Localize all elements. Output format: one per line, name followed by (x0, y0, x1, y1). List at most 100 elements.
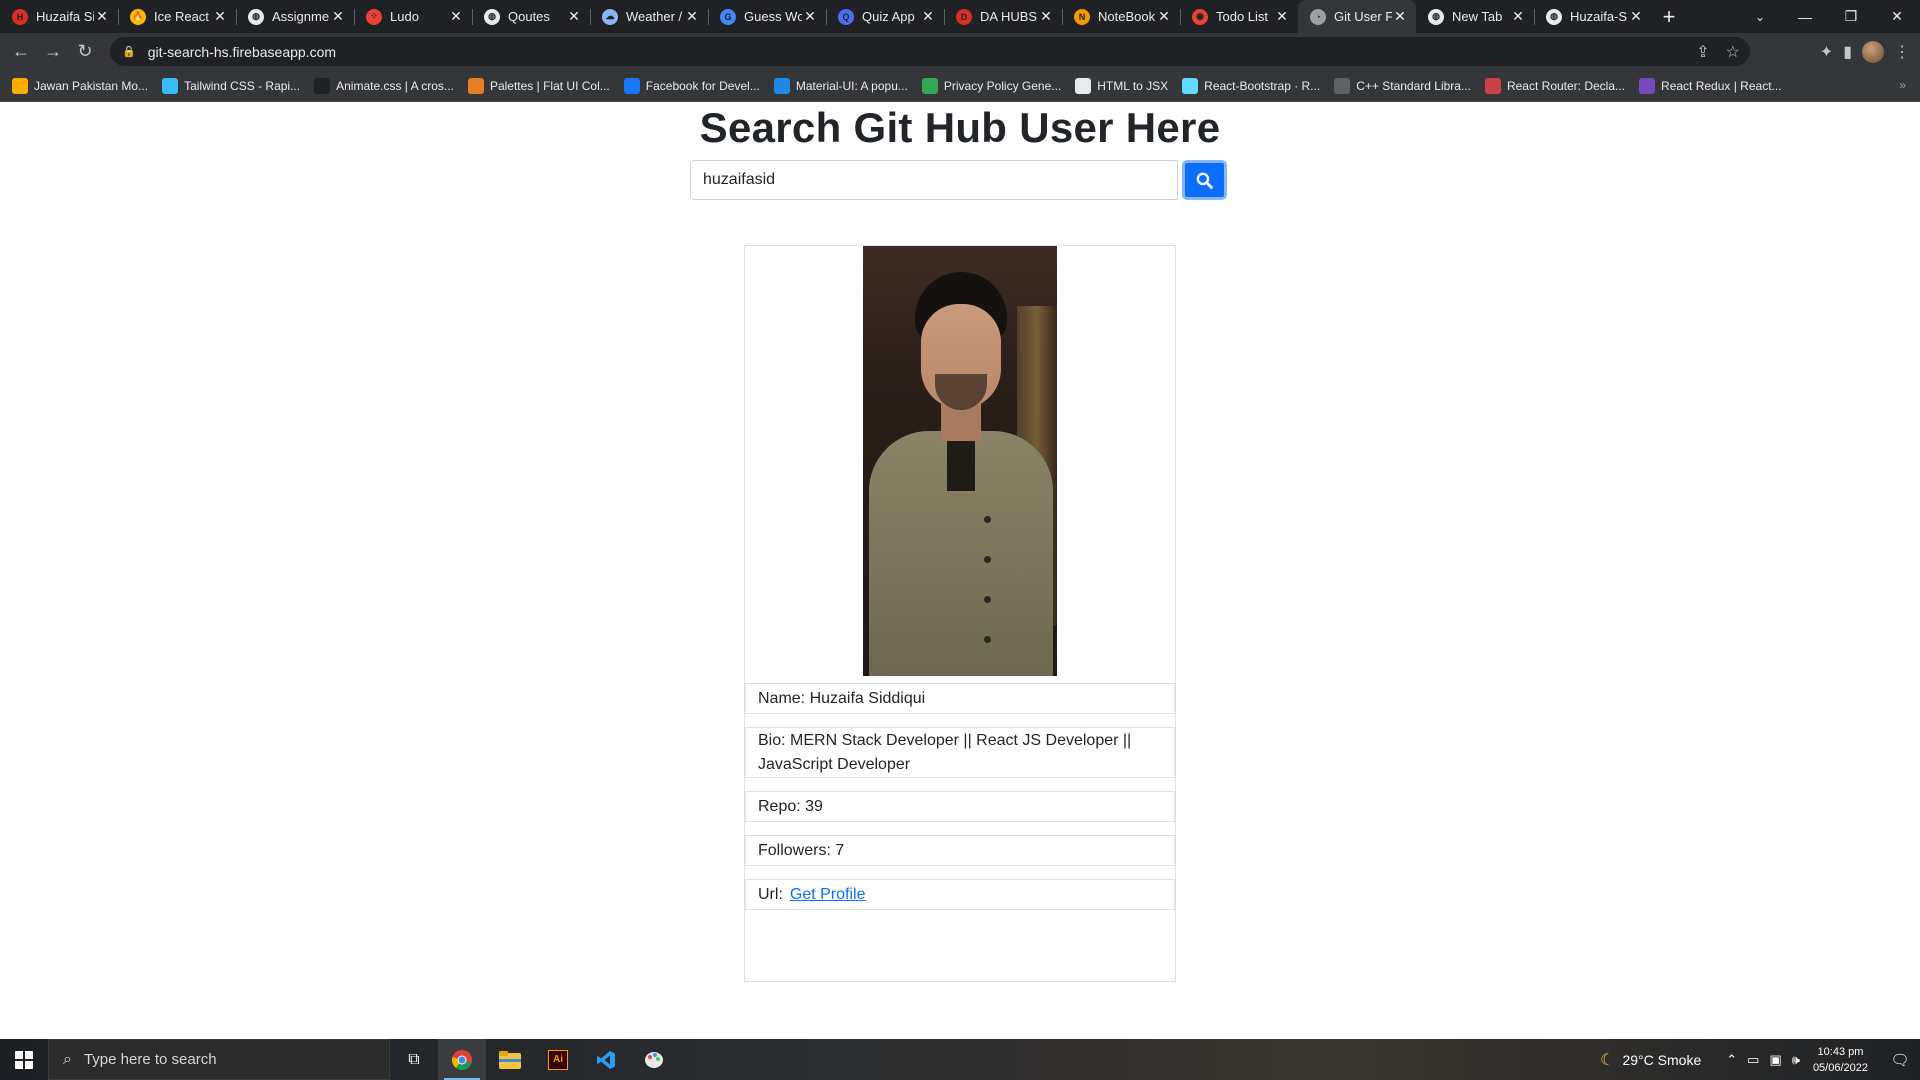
tab-close-icon[interactable]: ✕ (212, 8, 228, 25)
browser-tab[interactable]: ◍ Qoutes ✕ (472, 0, 590, 33)
address-bar[interactable]: 🔒 git-search-hs.firebaseapp.com ⇪ ☆ (110, 37, 1750, 66)
tab-title: Ice React (154, 9, 209, 24)
tab-close-icon[interactable]: ✕ (1038, 8, 1054, 25)
forward-icon[interactable]: → (38, 37, 68, 67)
bookmark-favicon-icon (162, 77, 179, 94)
bookmarks-overflow-icon[interactable]: » (1899, 78, 1906, 92)
user-repo: Repo: 39 (745, 791, 1175, 822)
tab-close-icon[interactable]: ✕ (920, 8, 936, 25)
bookmark-item[interactable]: React Redux | React... (1639, 77, 1782, 94)
user-followers-text: Followers: 7 (758, 841, 845, 859)
user-url-label: Url: (758, 885, 783, 903)
browser-tab[interactable]: ◉ Todo List ✕ (1180, 0, 1298, 33)
moon-icon: ☾ (1600, 1051, 1615, 1069)
restore-icon[interactable]: ❐ (1828, 0, 1874, 33)
browser-tab[interactable]: G Guess Wo ✕ (708, 0, 826, 33)
browser-tab[interactable]: N NoteBook ✕ (1062, 0, 1180, 33)
tab-favicon-icon: ◉ (1192, 8, 1208, 25)
bookmark-item[interactable]: Palettes | Flat UI Col... (467, 77, 610, 94)
tab-favicon-icon: ◍ (484, 8, 500, 25)
bookmark-item[interactable]: HTML to JSX (1075, 77, 1169, 94)
tab-favicon-icon: G (720, 8, 736, 25)
share-icon[interactable]: ⇪ (1696, 42, 1709, 62)
tab-favicon-icon: ◔ (1310, 8, 1326, 25)
get-profile-link[interactable]: Get Profile (790, 883, 866, 907)
bookmark-item[interactable]: Material-UI: A popu... (773, 77, 908, 94)
tab-close-icon[interactable]: ✕ (1628, 8, 1644, 25)
tab-close-icon[interactable]: ✕ (1274, 8, 1290, 25)
tab-favicon-icon: ◍ (248, 8, 264, 25)
tab-close-icon[interactable]: ✕ (94, 8, 110, 25)
menu-icon[interactable]: ⋮ (1894, 42, 1910, 62)
minimize-icon[interactable]: — (1782, 0, 1828, 33)
taskbar-search[interactable]: ⌕ Type here to search (48, 1039, 390, 1080)
bookmark-label: HTML to JSX (1097, 78, 1169, 93)
tab-close-icon[interactable]: ✕ (330, 8, 346, 25)
browser-tab[interactable]: H Huzaifa Si ✕ (0, 0, 118, 33)
bookmark-item[interactable]: Privacy Policy Gene... (921, 77, 1061, 94)
back-icon[interactable]: ← (6, 37, 36, 67)
tab-close-icon[interactable]: ✕ (1510, 8, 1526, 25)
bookmark-favicon-icon (467, 77, 484, 94)
user-name: Name: Huzaifa Siddiqui (745, 683, 1175, 714)
search-input[interactable] (690, 160, 1178, 200)
tab-close-icon[interactable]: ✕ (802, 8, 818, 25)
new-tab-icon[interactable]: + (1652, 0, 1686, 33)
close-icon[interactable]: ✕ (1874, 0, 1920, 33)
bookmark-item[interactable]: React Router: Decla... (1484, 77, 1625, 94)
bookmark-favicon-icon (1182, 77, 1199, 94)
chrome-taskbar-icon[interactable] (438, 1039, 486, 1080)
meet-icon[interactable]: ▭ (1747, 1052, 1759, 1068)
start-button[interactable] (0, 1039, 48, 1080)
volume-icon[interactable]: 🕪 (1792, 1052, 1800, 1068)
browser-tab[interactable]: 🔥 Ice React ✕ (118, 0, 236, 33)
tab-close-icon[interactable]: ✕ (684, 8, 700, 25)
browser-tab[interactable]: D DA HUBS ✕ (944, 0, 1062, 33)
bookmark-item[interactable]: Animate.css | A cros... (314, 77, 454, 94)
side-panel-icon[interactable]: ▮ (1843, 42, 1852, 62)
bookmark-item[interactable]: C++ Standard Libra... (1334, 77, 1471, 94)
task-view-icon[interactable]: ⧉ (390, 1039, 438, 1080)
bookmark-item[interactable]: Jawan Pakistan Mo... (12, 77, 148, 94)
tab-favicon-icon: D (956, 8, 972, 25)
tab-close-icon[interactable]: ✕ (566, 8, 582, 25)
bookmarks-bar: Jawan Pakistan Mo... Tailwind CSS - Rapi.… (0, 70, 1920, 102)
tab-favicon-icon: 🔥 (130, 8, 146, 25)
tab-close-icon[interactable]: ✕ (448, 8, 464, 25)
browser-tab[interactable]: ◍ New Tab ✕ (1416, 0, 1534, 33)
browser-tab[interactable]: ◍ Assignme ✕ (236, 0, 354, 33)
browser-tab[interactable]: ◍ Huzaifa-S ✕ (1534, 0, 1652, 33)
tab-close-icon[interactable]: ✕ (1392, 8, 1408, 25)
user-avatar (863, 246, 1057, 676)
browser-tab[interactable]: Q Quiz App ✕ (826, 0, 944, 33)
page-title: Search Git Hub User Here (699, 104, 1221, 151)
bookmark-label: React Redux | React... (1661, 78, 1782, 93)
tab-title: Qoutes (508, 9, 550, 24)
weather-widget[interactable]: ☾ 29°C Smoke (1600, 1050, 1701, 1070)
bookmark-item[interactable]: React-Bootstrap · R... (1182, 77, 1320, 94)
search-button[interactable] (1182, 160, 1227, 200)
bookmark-item[interactable]: Facebook for Devel... (623, 77, 760, 94)
chevron-up-icon[interactable]: ⌃ (1726, 1052, 1737, 1068)
bookmark-favicon-icon (1639, 77, 1656, 94)
vscode-icon[interactable] (582, 1039, 630, 1080)
omnibox-actions: ⇪ ☆ (1696, 37, 1740, 66)
bookmark-star-icon[interactable]: ☆ (1726, 42, 1740, 62)
profile-avatar[interactable] (1862, 40, 1884, 63)
illustrator-icon[interactable]: Ai (534, 1039, 582, 1080)
reload-icon[interactable]: ↻ (70, 37, 100, 67)
notification-icon[interactable]: 🗨 (1880, 1039, 1920, 1080)
tab-search-icon[interactable]: ⌄ (1744, 0, 1776, 33)
bookmark-item[interactable]: Tailwind CSS - Rapi... (162, 77, 300, 94)
system-tray: ☾ 29°C Smoke ⌃ ▭ ▣ 🕪 10:43 pm 05/06/2022… (1600, 1039, 1920, 1080)
browser-tab[interactable]: ⁘ Ludo ✕ (354, 0, 472, 33)
tab-close-icon[interactable]: ✕ (1156, 8, 1172, 25)
tab-favicon-icon: ☁ (602, 8, 618, 25)
paint-app-icon[interactable] (630, 1039, 678, 1080)
file-explorer-icon[interactable] (486, 1039, 534, 1080)
clock[interactable]: 10:43 pm 05/06/2022 (1813, 1044, 1868, 1076)
browser-tab[interactable]: ◔ Git User F ✕ (1298, 0, 1416, 33)
browser-tab[interactable]: ☁ Weather / ✕ (590, 0, 708, 33)
network-icon[interactable]: ▣ (1769, 1052, 1781, 1068)
extensions-icon[interactable]: ✦ (1820, 42, 1833, 62)
